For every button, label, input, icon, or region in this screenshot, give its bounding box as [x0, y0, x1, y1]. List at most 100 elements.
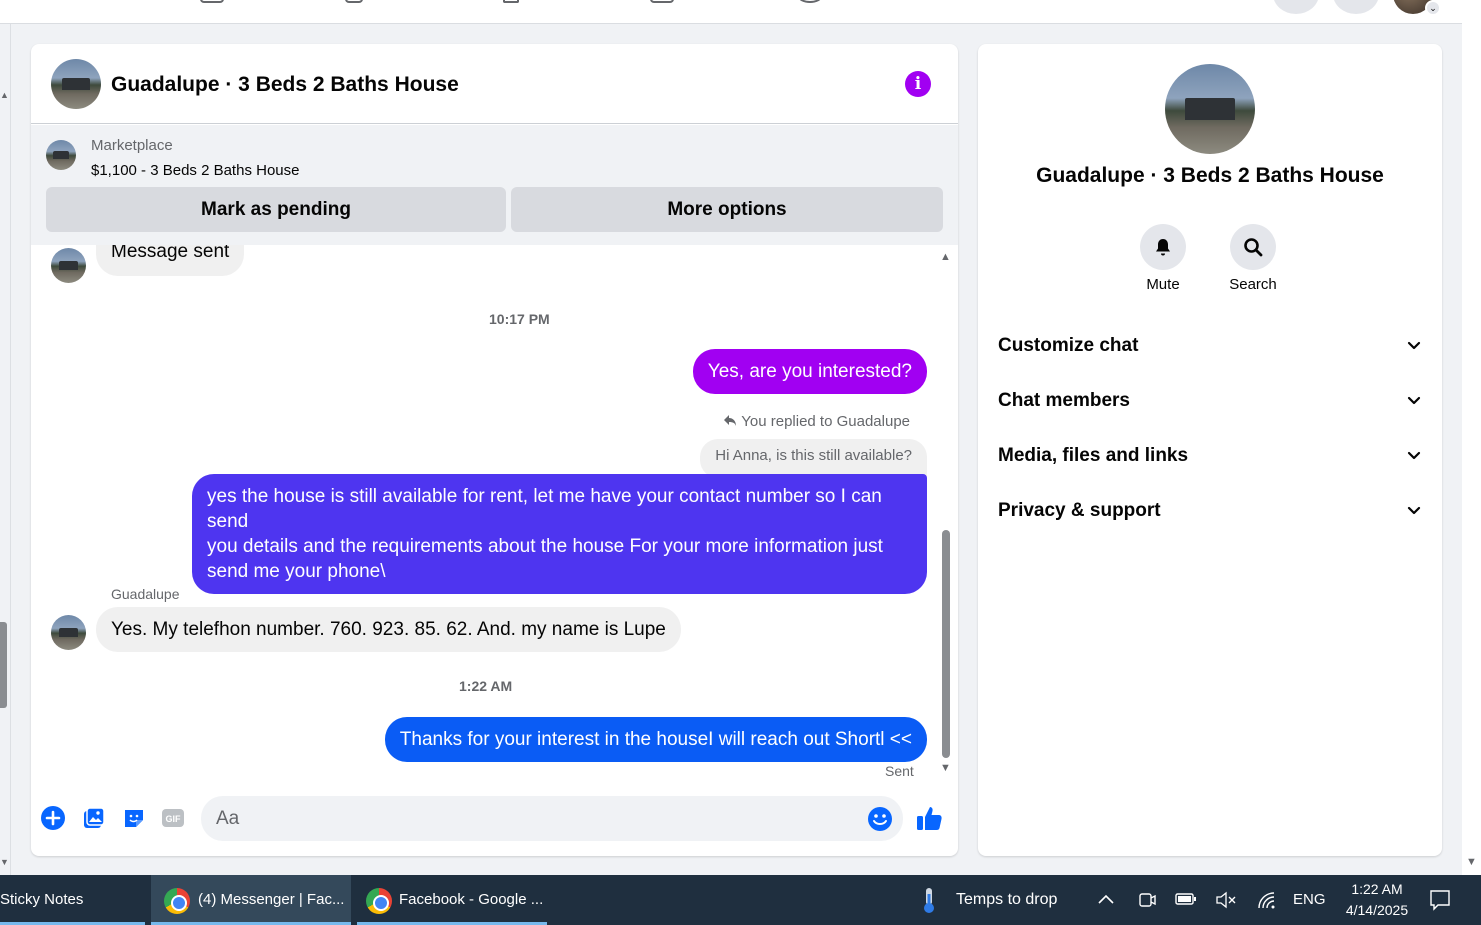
- section-label: Chat members: [998, 390, 1130, 411]
- message-composer: GIF: [31, 790, 958, 846]
- svg-text:GIF: GIF: [166, 814, 182, 824]
- scrollbar-thumb[interactable]: [942, 530, 950, 758]
- chat-panel: Guadalupe · 3 Beds 2 Baths House i Marke…: [31, 44, 958, 856]
- taskbar-messenger-tab[interactable]: (4) Messenger | Fac...: [151, 875, 351, 925]
- windows-taskbar: Sticky Notes (4) Messenger | Fac... Face…: [0, 875, 1481, 925]
- outgoing-message-long[interactable]: yes the house is still available for ren…: [192, 474, 927, 594]
- outgoing-message[interactable]: Yes, are you interested?: [692, 349, 927, 394]
- conversation-title: Guadalupe · 3 Beds 2 Baths House: [1036, 164, 1384, 187]
- nav-home-icon[interactable]: [200, 0, 224, 3]
- sender-avatar[interactable]: [51, 248, 86, 283]
- chrome-icon: [164, 888, 190, 914]
- nav-video-icon[interactable]: [345, 0, 363, 3]
- thread-scrollbar[interactable]: ▲ ▼: [940, 245, 954, 781]
- page-scrollbar-left[interactable]: ▲ ▼: [0, 24, 11, 875]
- message-line: send me your phone\: [207, 561, 386, 582]
- marketplace-label: Marketplace: [91, 137, 173, 154]
- sticker-icon[interactable]: [122, 806, 146, 830]
- account-chevron-down-icon[interactable]: ⌄: [1425, 0, 1441, 16]
- reply-indicator: You replied to Guadalupe: [723, 413, 910, 430]
- chevron-down-icon: [1407, 396, 1421, 405]
- thumbs-up-icon[interactable]: [915, 804, 943, 832]
- section-label: Privacy & support: [998, 500, 1161, 521]
- message-input[interactable]: [201, 796, 903, 841]
- listing-title[interactable]: $1,100 - 3 Beds 2 Baths House: [91, 162, 299, 179]
- marketplace-listing-bar: Marketplace $1,100 - 3 Beds 2 Baths Hous…: [31, 125, 958, 245]
- conversation-info-panel: Guadalupe · 3 Beds 2 Baths House Mute Se…: [978, 44, 1442, 856]
- timestamp-separator: 10:17 PM: [489, 311, 550, 327]
- chrome-icon: [366, 888, 392, 914]
- reply-note-text: You replied to Guadalupe: [741, 413, 910, 430]
- section-privacy-support[interactable]: Privacy & support: [998, 491, 1422, 531]
- gif-icon[interactable]: GIF: [161, 806, 185, 830]
- chat-title[interactable]: Guadalupe · 3 Beds 2 Baths House: [111, 73, 459, 97]
- info-icon[interactable]: i: [905, 71, 931, 97]
- sender-avatar[interactable]: [51, 615, 86, 650]
- task-label: Facebook - Google ...: [399, 891, 544, 908]
- wifi-icon[interactable]: [1256, 890, 1278, 910]
- weather-widget[interactable]: Temps to drop: [956, 875, 1057, 925]
- section-chat-members[interactable]: Chat members: [998, 381, 1422, 421]
- search-label: Search: [1229, 276, 1277, 293]
- taskbar-sticky-notes[interactable]: Sticky Notes: [0, 875, 145, 925]
- emoji-icon[interactable]: [867, 806, 893, 832]
- scroll-up-arrow-icon[interactable]: ▲: [0, 90, 9, 100]
- nav-marketplace-icon[interactable]: [503, 0, 519, 3]
- nav-gaming-icon[interactable]: [798, 0, 822, 3]
- chevron-up-icon[interactable]: [1097, 893, 1115, 905]
- chevron-down-icon: [1407, 506, 1421, 515]
- scrollbar-thumb[interactable]: [0, 622, 7, 708]
- section-label: Customize chat: [998, 335, 1139, 356]
- scroll-down-arrow-icon[interactable]: ▼: [940, 762, 951, 774]
- volume-muted-icon[interactable]: [1215, 891, 1237, 909]
- listing-thumbnail[interactable]: [46, 140, 76, 170]
- clock-time: 1:22 AM: [1351, 881, 1403, 897]
- chevron-down-icon: [1407, 451, 1421, 460]
- messenger-button[interactable]: [1333, 0, 1379, 14]
- mute-button[interactable]: Mute: [1118, 224, 1208, 293]
- incoming-message[interactable]: Message sent: [96, 245, 245, 276]
- more-options-button[interactable]: More options: [511, 187, 943, 232]
- sender-name: Guadalupe: [111, 586, 180, 602]
- taskbar-facebook-tab[interactable]: Facebook - Google ...: [357, 875, 547, 925]
- thermometer-icon[interactable]: [918, 886, 940, 914]
- chevron-down-icon: [1407, 341, 1421, 350]
- clock-date: 4/14/2025: [1345, 902, 1409, 918]
- mute-label: Mute: [1146, 276, 1180, 293]
- task-label: Sticky Notes: [0, 891, 84, 908]
- message-status: Sent: [885, 763, 914, 779]
- message-line: yes the house is still available for ren…: [207, 486, 882, 532]
- menu-grid-button[interactable]: [1273, 0, 1319, 14]
- language-indicator[interactable]: ENG: [1293, 875, 1326, 925]
- battery-icon[interactable]: [1175, 892, 1197, 906]
- mark-as-pending-button[interactable]: Mark as pending: [46, 187, 506, 232]
- chat-header: Guadalupe · 3 Beds 2 Baths House i: [31, 44, 958, 124]
- task-label: (4) Messenger | Fac...: [198, 891, 345, 908]
- incoming-message[interactable]: Yes. My telefhon number. 760. 923. 85. 6…: [96, 607, 681, 652]
- system-clock[interactable]: 1:22 AM 4/14/2025: [1336, 879, 1418, 921]
- bell-icon[interactable]: [1140, 224, 1186, 270]
- section-customize-chat[interactable]: Customize chat: [998, 326, 1422, 366]
- scroll-up-arrow-icon[interactable]: ▲: [940, 251, 951, 263]
- top-navigation-bar: ⌄: [0, 0, 1462, 24]
- quoted-message[interactable]: Hi Anna, is this still available?: [700, 439, 927, 478]
- chat-avatar[interactable]: [51, 59, 101, 109]
- scroll-down-arrow-icon[interactable]: ▼: [1466, 856, 1477, 868]
- search-icon[interactable]: [1230, 224, 1276, 270]
- plus-icon[interactable]: [41, 806, 65, 830]
- timestamp-separator: 1:22 AM: [459, 678, 513, 694]
- outgoing-message[interactable]: Thanks for your interest in the houseI w…: [384, 717, 927, 762]
- meet-now-icon[interactable]: [1138, 890, 1156, 910]
- page-scrollbar-right[interactable]: ▼: [1462, 0, 1481, 875]
- section-label: Media, files and links: [998, 445, 1189, 466]
- section-media-files-links[interactable]: Media, files and links: [998, 436, 1422, 476]
- nav-groups-icon[interactable]: [650, 0, 674, 3]
- notification-center-icon[interactable]: [1429, 889, 1451, 911]
- search-button[interactable]: Search: [1208, 224, 1298, 293]
- conversation-avatar[interactable]: [1165, 64, 1255, 154]
- message-line: you details and the requirements about t…: [207, 536, 883, 557]
- message-thread: Message sent 10:17 PM Yes, are you inter…: [31, 245, 958, 781]
- scroll-down-arrow-icon[interactable]: ▼: [0, 857, 9, 867]
- photo-icon[interactable]: [82, 806, 106, 830]
- reply-icon: [724, 415, 737, 426]
